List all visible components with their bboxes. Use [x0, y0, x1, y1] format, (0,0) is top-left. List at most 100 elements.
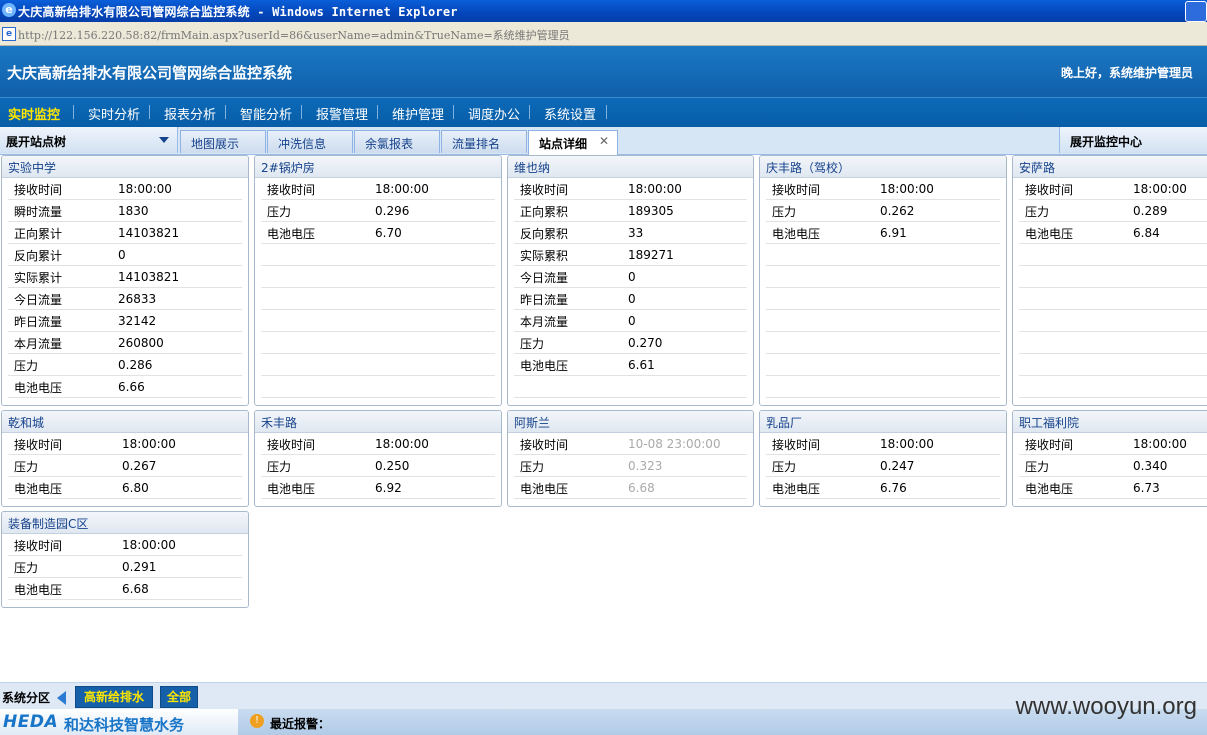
field-label: 接收时间: [1025, 438, 1074, 452]
nav-realtime-monitor[interactable]: 实时监控: [8, 104, 60, 123]
nav-alarm-management[interactable]: 报警管理: [316, 104, 368, 123]
data-row: 压力 0.286: [8, 354, 242, 376]
company-logo: HEDA 和达科技智慧水务: [0, 709, 238, 735]
data-row: 压力 0.291: [8, 556, 242, 578]
data-row: [261, 354, 495, 376]
tab-bar: 展开站点树 地图展示 冲洗信息 余氯报表 流量排名 站点详细 ✕ 展开监控中心: [0, 127, 1207, 155]
field-label: 本月流量: [520, 315, 569, 329]
data-row: 电池电压 6.61: [514, 354, 747, 376]
close-icon[interactable]: ✕: [599, 134, 609, 148]
station-panel-header: 2#锅炉房: [255, 156, 501, 178]
field-value: 18:00:00: [118, 182, 172, 196]
field-value: 10-08 23:00:00: [628, 437, 721, 451]
data-row: 电池电压 6.76: [766, 477, 1000, 499]
address-url[interactable]: http://122.156.220.58:82/frmMain.aspx?us…: [18, 27, 570, 43]
station-panel-header: 乾和城: [2, 411, 248, 433]
field-value: 6.61: [628, 358, 655, 372]
data-row: [1019, 266, 1207, 288]
data-row: 压力 0.340: [1019, 455, 1207, 477]
tab-map[interactable]: 地图展示: [180, 130, 266, 153]
field-label: 压力: [14, 359, 39, 373]
user-greeting: 晚上好，系统维护管理员: [1060, 66, 1193, 80]
station-panel: 实验中学 接收时间 18:00:00 瞬时流量 1830 正向累计 14103821 反向累计…: [1, 155, 249, 406]
field-label: 今日流量: [14, 293, 63, 307]
nav-system-settings[interactable]: 系统设置: [544, 104, 596, 123]
nav-report-analysis[interactable]: 报表分析: [164, 104, 216, 123]
field-value: 189271: [628, 248, 674, 262]
triangle-left-icon[interactable]: [57, 691, 66, 705]
zone-button-all[interactable]: 全部: [160, 686, 198, 708]
field-value: 0.262: [880, 204, 915, 218]
nav-realtime-analysis[interactable]: 实时分析: [88, 104, 140, 123]
data-row: [766, 244, 1000, 266]
field-value: 6.68: [628, 481, 655, 495]
field-label: 压力: [1025, 460, 1050, 474]
data-row: [766, 310, 1000, 332]
tab-flow-ranking[interactable]: 流量排名: [441, 130, 527, 153]
field-value: 0.291: [122, 560, 157, 574]
field-value: 18:00:00: [880, 182, 934, 196]
nav-maintenance[interactable]: 维护管理: [392, 104, 444, 123]
data-row: [1019, 244, 1207, 266]
data-row: 电池电压 6.84: [1019, 222, 1207, 244]
field-label: 昨日流量: [14, 315, 63, 329]
nav-smart-analysis[interactable]: 智能分析: [240, 104, 292, 123]
field-value: 6.80: [122, 481, 149, 495]
data-row: [261, 288, 495, 310]
nav-separator: [606, 105, 607, 119]
data-row: 压力 0.247: [766, 455, 1000, 477]
field-value: 6.73: [1133, 481, 1160, 495]
station-name: 职工福利院: [1019, 416, 1080, 430]
data-row: [766, 354, 1000, 376]
station-panel: 庆丰路（驾校） 接收时间 18:00:00 压力 0.262 电池电压 6.91: [759, 155, 1007, 406]
data-row: 压力 0.289: [1019, 200, 1207, 222]
field-label: 压力: [520, 460, 545, 474]
field-label: 接收时间: [14, 539, 63, 553]
station-panel-header: 职工福利院: [1013, 411, 1207, 433]
data-row: [1019, 288, 1207, 310]
data-row: 本月流量 0: [514, 310, 747, 332]
minimize-button[interactable]: [1185, 1, 1207, 22]
address-bar[interactable]: e http://122.156.220.58:82/frmMain.aspx?…: [0, 22, 1207, 46]
station-panel-header: 装备制造园C区: [2, 512, 248, 534]
station-name: 庆丰路（驾校）: [766, 161, 851, 175]
data-row: 今日流量 26833: [8, 288, 242, 310]
field-label: 接收时间: [1025, 183, 1074, 197]
field-value: 14103821: [118, 226, 180, 240]
station-tree-label: 展开站点树: [6, 135, 67, 149]
nav-separator: [529, 105, 530, 119]
data-row: 压力 0.323: [514, 455, 747, 477]
data-row: 电池电压 6.80: [8, 477, 242, 499]
station-panel-header: 安萨路: [1013, 156, 1207, 178]
nav-dispatch-office[interactable]: 调度办公: [468, 104, 520, 123]
tab-station-detail[interactable]: 站点详细 ✕: [528, 130, 618, 155]
field-value: 18:00:00: [375, 182, 429, 196]
data-row: 接收时间 18:00:00: [261, 433, 495, 455]
monitor-center-toggle[interactable]: 展开监控中心: [1059, 127, 1207, 153]
station-panel-header: 阿斯兰: [508, 411, 753, 433]
app-title: 大庆高新给排水有限公司管网综合监控系统: [7, 64, 293, 82]
zone-button-gaoxin[interactable]: 高新给排水: [75, 686, 153, 708]
main-nav: 实时监控 实时分析 报表分析 智能分析 报警管理 维护管理 调度办公 系统设置: [0, 97, 1207, 127]
app-header: 大庆高新给排水有限公司管网综合监控系统 晚上好，系统维护管理员: [0, 46, 1207, 97]
field-label: 接收时间: [772, 183, 821, 197]
data-row: [514, 376, 747, 398]
chevron-down-icon[interactable]: [159, 137, 169, 143]
data-row: [261, 332, 495, 354]
data-row: 电池电压 6.91: [766, 222, 1000, 244]
tab-chlorine-report[interactable]: 余氯报表: [354, 130, 440, 153]
field-label: 正向累计: [14, 227, 63, 241]
tab-flush-info[interactable]: 冲洗信息: [267, 130, 353, 153]
field-label: 瞬时流量: [14, 205, 63, 219]
field-value: 18:00:00: [628, 182, 682, 196]
data-row: 实际累计 14103821: [8, 266, 242, 288]
station-panel: 阿斯兰 接收时间 10-08 23:00:00 压力 0.323 电池电压 6.68: [507, 410, 754, 507]
data-row: 接收时间 18:00:00: [766, 178, 1000, 200]
field-value: 0.323: [628, 459, 663, 473]
field-label: 电池电压: [267, 482, 316, 496]
station-name: 实验中学: [8, 161, 57, 175]
data-row: [261, 266, 495, 288]
field-value: 0.289: [1133, 204, 1168, 218]
station-tree-toggle[interactable]: 展开站点树: [0, 127, 178, 153]
data-row: 反向累计 0: [8, 244, 242, 266]
